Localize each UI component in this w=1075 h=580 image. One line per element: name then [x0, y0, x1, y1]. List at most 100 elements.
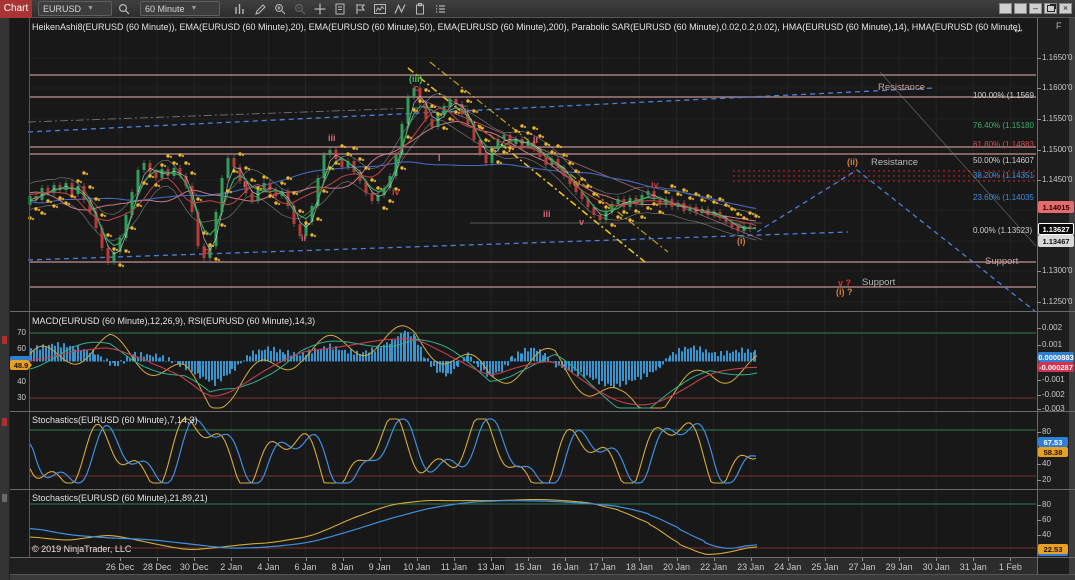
panel-divider[interactable]: [10, 311, 1075, 312]
stoch1-axis-tick-mark: [1037, 480, 1041, 481]
macd-value-badge: -0.000287: [1038, 362, 1074, 372]
date-tick-label: 20 Jan: [663, 562, 690, 572]
date-tick-label: 31 Jan: [960, 562, 987, 572]
focus-corner-label: F: [1056, 21, 1062, 31]
window-controls: – ×: [997, 3, 1072, 14]
macd-axis-tick-mark: [1037, 380, 1041, 381]
price-badge: 1.14015: [1038, 201, 1074, 213]
zoom-out-icon[interactable]: [291, 1, 308, 16]
date-tick-label: 28 Dec: [143, 562, 172, 572]
date-tickmark: [231, 558, 232, 561]
date-tick-label: 17 Jan: [589, 562, 616, 572]
macd-axis-tick-mark: [1037, 409, 1041, 410]
panel-grip-red: [2, 418, 7, 426]
date-tickmark: [862, 558, 863, 561]
price-axis-tickmark: [1037, 271, 1041, 272]
date-tick-label: 2 Jan: [220, 562, 242, 572]
properties-list-icon[interactable]: [431, 1, 448, 16]
panel-grip-red: [2, 336, 7, 344]
scroll-back-arrow-icon[interactable]: ←: [1012, 21, 1025, 36]
macd-rsi-canvas[interactable]: [10, 312, 1037, 411]
instrument-value: EURUSD: [43, 4, 81, 14]
date-tick-label: 30 Jan: [923, 562, 950, 572]
price-axis-tickmark: [1037, 58, 1041, 59]
price-axis-tickmark: [1037, 88, 1041, 89]
date-tickmark: [343, 558, 344, 561]
price-axis-tickmark: [1037, 302, 1041, 303]
stochastics1-canvas[interactable]: [10, 412, 1037, 489]
date-tick-label: 15 Jan: [515, 562, 542, 572]
date-tickmark: [417, 558, 418, 561]
indicator-chart-icon[interactable]: [371, 1, 388, 16]
date-tickmark: [602, 558, 603, 561]
date-tick-label: 29 Jan: [886, 562, 913, 572]
stoch2-value-badge: 22.53: [1038, 544, 1068, 554]
new-note-icon[interactable]: [331, 1, 348, 16]
chart-style-icon[interactable]: [231, 1, 248, 16]
date-tick-label: 16 Jan: [552, 562, 579, 572]
panel-grip-gray: [2, 494, 7, 502]
date-tick-label: 9 Jan: [369, 562, 391, 572]
date-tick-label: 11 Jan: [441, 562, 467, 572]
price-axis-tickmark: [1037, 180, 1041, 181]
date-tickmark: [157, 558, 158, 561]
crosshair-icon[interactable]: [311, 1, 328, 16]
ninjatrader-chart-window: Chart EURUSD ▼ 60 Minute ▼ – ×: [0, 0, 1075, 580]
fib-level-label: 23.60% (1.14035: [973, 193, 1035, 202]
interval-value: 60 Minute: [145, 4, 185, 14]
date-tickmark: [973, 558, 974, 561]
fib-level-label: 50.00% (1.14607: [973, 156, 1035, 165]
price-axis-tickmark: [1037, 119, 1041, 120]
stoch2-axis-tick-mark: [1037, 535, 1041, 536]
data-grid-icon[interactable]: [411, 1, 428, 16]
flag-icon[interactable]: [351, 1, 368, 16]
date-tickmark: [677, 558, 678, 561]
plot-left-border: [29, 18, 30, 557]
instrument-select[interactable]: EURUSD ▼: [38, 1, 112, 16]
date-tick-label: 23 Jan: [737, 562, 764, 572]
stoch2-axis-tick-mark: [1037, 505, 1041, 506]
trend-line-icon[interactable]: [391, 1, 408, 16]
left-panel-strip[interactable]: [0, 18, 10, 580]
stoch1-value-badge: 67.53: [1038, 437, 1068, 447]
date-tick-label: 30 Dec: [180, 562, 209, 572]
fib-level-label: 100.00% (1.1569: [973, 91, 1035, 100]
date-tick-label: 10 Jan: [403, 562, 430, 572]
minimize-button[interactable]: –: [1029, 3, 1042, 14]
date-tickmark: [639, 558, 640, 561]
date-tickmark: [268, 558, 269, 561]
tab-chart[interactable]: Chart: [0, 0, 32, 18]
date-tick-label: 1 Feb: [999, 562, 1022, 572]
date-tickmark: [454, 558, 455, 561]
date-tick-label: 18 Jan: [626, 562, 653, 572]
panel-button-1[interactable]: [999, 3, 1012, 14]
panel-divider[interactable]: [10, 411, 1075, 412]
price-axis[interactable]: [1037, 18, 1069, 574]
close-button[interactable]: ×: [1059, 3, 1072, 14]
panel-divider[interactable]: [10, 557, 1075, 558]
date-tickmark: [528, 558, 529, 561]
panel-button-2[interactable]: [1014, 3, 1027, 14]
price-badge: 1.13627: [1038, 223, 1074, 235]
window-right-edge: [1069, 18, 1075, 580]
date-tickmark: [1010, 558, 1011, 561]
date-tick-label: 4 Jan: [257, 562, 279, 572]
macd-value-badge: 0.0000883: [1038, 352, 1074, 362]
stoch1-axis-tick-mark: [1037, 432, 1041, 433]
draw-pencil-icon[interactable]: [251, 1, 268, 16]
time-axis[interactable]: 26 Dec28 Dec30 Dec2 Jan4 Jan6 Jan8 Jan9 …: [10, 558, 1037, 574]
panel-divider[interactable]: [10, 489, 1075, 490]
date-tick-label: 22 Jan: [700, 562, 727, 572]
search-icon[interactable]: [115, 1, 132, 16]
fib-level-label: 76.40% (1.15180: [973, 121, 1035, 130]
restore-button[interactable]: [1044, 3, 1057, 14]
main-chart-canvas[interactable]: [10, 18, 1037, 311]
date-tickmark: [306, 558, 307, 561]
window-bottom-edge: [0, 574, 1075, 580]
zoom-in-icon[interactable]: [271, 1, 288, 16]
chevron-down-icon: ▼: [191, 5, 198, 12]
date-tickmark: [751, 558, 752, 561]
interval-select[interactable]: 60 Minute ▼: [140, 1, 220, 16]
stochastics2-canvas[interactable]: [10, 490, 1037, 557]
date-tick-label: 13 Jan: [477, 562, 504, 572]
